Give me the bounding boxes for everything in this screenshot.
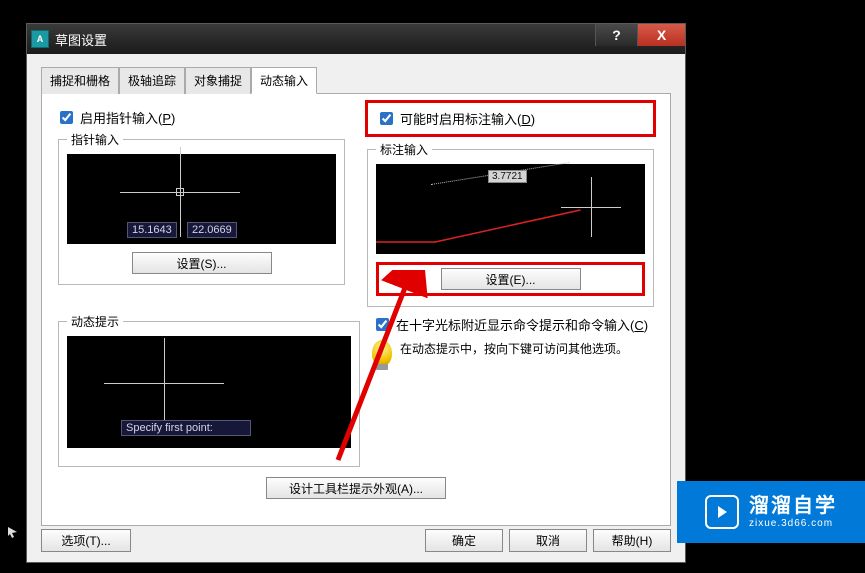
- dynamic-prompt-preview: Specify first point:: [67, 336, 351, 448]
- pointer-readout-y: 22.0669: [187, 222, 237, 238]
- dynamic-prompt-readout: Specify first point:: [121, 420, 251, 436]
- dynamic-prompt-group: 动态提示 Specify first point:: [58, 313, 360, 467]
- pickbox-icon: [176, 188, 184, 196]
- dynamic-input-panel: 启用指针输入(P) 指针输入 15.1643 22.0669 设置(S)...: [41, 94, 671, 526]
- play-icon: [705, 495, 739, 529]
- watermark-banner: 溜溜自学 zixue.3d66.com: [677, 481, 865, 543]
- dynamic-prompt-info: 在动态提示中，按向下键可访问其他选项。: [372, 340, 656, 366]
- pointer-settings-button[interactable]: 设置(S)...: [132, 252, 272, 274]
- enable-dimension-input-box[interactable]: [380, 112, 393, 125]
- show-near-cursor-checkbox[interactable]: 在十字光标附近显示命令提示和命令输入(C): [372, 315, 656, 334]
- dynamic-prompt-info-text: 在动态提示中，按向下键可访问其他选项。: [400, 340, 628, 358]
- dimension-highlight: 可能时启用标注输入(D): [365, 100, 656, 137]
- dimension-input-preview: 3.7721: [376, 164, 645, 254]
- dynamic-prompt-options: 在十字光标附近显示命令提示和命令输入(C) 在动态提示中，按向下键可访问其他选项…: [372, 309, 656, 467]
- watermark-url: zixue.3d66.com: [749, 518, 837, 530]
- dimension-input-group: 标注输入 3.7721 设置(E)...: [367, 141, 654, 307]
- dimension-input-group-title: 标注输入: [376, 141, 432, 158]
- dimension-input-column: 可能时启用标注输入(D) 标注输入 3.7721: [365, 108, 656, 307]
- dimension-settings-button[interactable]: 设置(E)...: [441, 268, 581, 290]
- options-button[interactable]: 选项(T)...: [41, 529, 131, 552]
- dialog-titlebar[interactable]: A 草图设置 ? X: [27, 24, 685, 54]
- show-near-cursor-box[interactable]: [376, 318, 389, 331]
- pointer-input-column: 启用指针输入(P) 指针输入 15.1643 22.0669 设置(S)...: [56, 108, 347, 307]
- show-near-cursor-label: 在十字光标附近显示命令提示和命令输入(C): [396, 315, 648, 334]
- tab-snap-grid[interactable]: 捕捉和栅格: [41, 67, 119, 94]
- dimension-readout: 3.7721: [488, 170, 527, 183]
- help-icon[interactable]: ?: [595, 24, 637, 46]
- enable-dimension-input-label: 可能时启用标注输入(D): [400, 109, 535, 128]
- tab-polar-tracking[interactable]: 极轴追踪: [119, 67, 185, 94]
- ok-button[interactable]: 确定: [425, 529, 503, 552]
- pointer-input-group-title: 指针输入: [67, 131, 123, 148]
- dialog-body: 捕捉和栅格 极轴追踪 对象捕捉 动态输入 启用指针输入(P) 指针输入: [27, 54, 685, 562]
- close-icon[interactable]: X: [637, 24, 685, 46]
- watermark-title: 溜溜自学: [749, 494, 837, 518]
- enable-pointer-input-label: 启用指针输入(P): [80, 108, 175, 127]
- cursor-icon: [6, 525, 20, 539]
- pointer-input-preview: 15.1643 22.0669: [67, 154, 336, 244]
- pointer-readout-x: 15.1643: [127, 222, 177, 238]
- tab-strip: 捕捉和栅格 极轴追踪 对象捕捉 动态输入: [41, 66, 671, 94]
- cancel-button[interactable]: 取消: [509, 529, 587, 552]
- help-button[interactable]: 帮助(H): [593, 529, 671, 552]
- tab-object-snap[interactable]: 对象捕捉: [185, 67, 251, 94]
- sketch-settings-dialog: A 草图设置 ? X 捕捉和栅格 极轴追踪 对象捕捉 动态输入 启用指针输入(P…: [26, 23, 686, 563]
- tooltip-appearance-button[interactable]: 设计工具栏提示外观(A)...: [266, 477, 446, 499]
- lightbulb-icon: [372, 340, 392, 366]
- enable-dimension-input-checkbox[interactable]: 可能时启用标注输入(D): [376, 109, 645, 128]
- enable-pointer-input-box[interactable]: [60, 111, 73, 124]
- dialog-title: 草图设置: [55, 30, 107, 49]
- dialog-button-row: 选项(T)... 确定 取消 帮助(H): [41, 529, 671, 552]
- dynamic-prompt-group-title: 动态提示: [67, 313, 123, 330]
- enable-pointer-input-checkbox[interactable]: 启用指针输入(P): [56, 108, 347, 127]
- pointer-input-group: 指针输入 15.1643 22.0669 设置(S)...: [58, 131, 345, 285]
- app-icon: A: [31, 30, 49, 48]
- tab-dynamic-input[interactable]: 动态输入: [251, 67, 317, 94]
